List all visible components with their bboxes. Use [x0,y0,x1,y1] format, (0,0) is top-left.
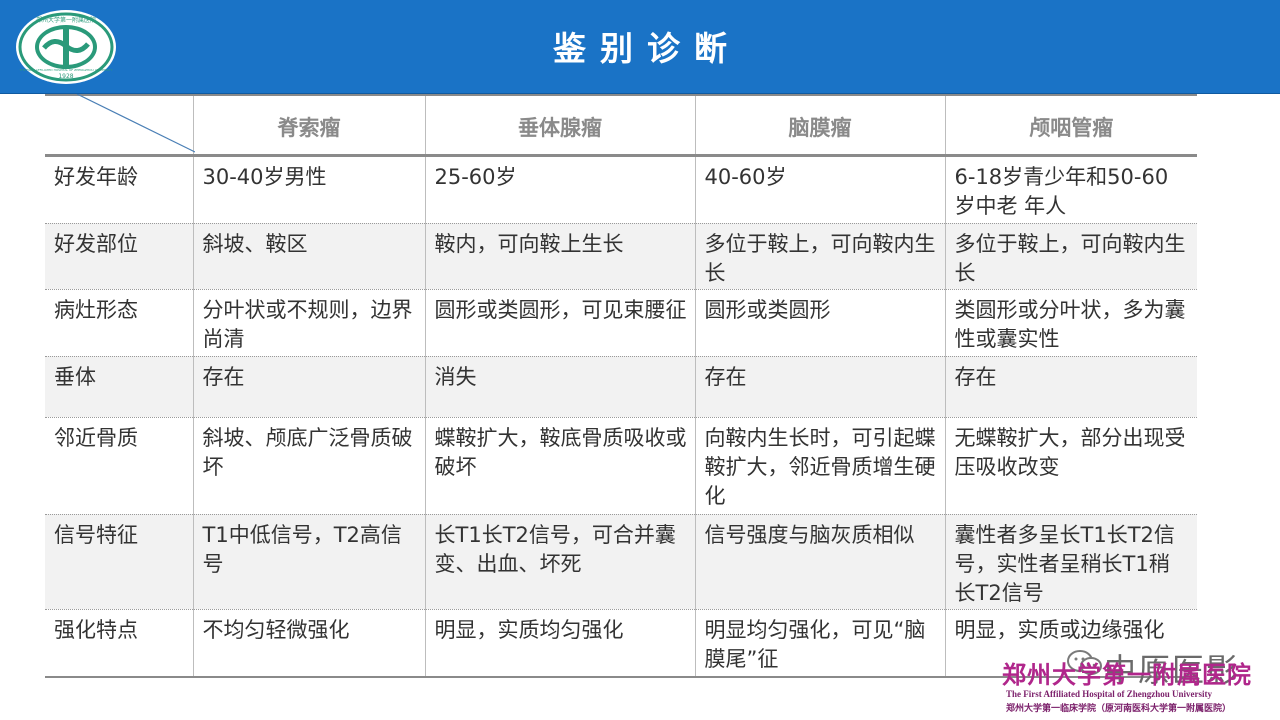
row-label: 信号特征 [45,514,194,610]
header-pituitary-adenoma: 垂体腺瘤 [424,95,696,157]
footer-logo-cn: 郑州大学第一附属医院 [1002,660,1252,689]
row-label: 垂体 [45,356,194,418]
table-cell: 多位于鞍上，可向鞍内生长 [694,223,946,290]
table-cell: 明显，实质均匀强化 [424,609,696,678]
differential-diagnosis-table: 脊索瘤 垂体腺瘤 脑膜瘤 颅咽管瘤 好发年龄 30-40岁男性 25-60岁 4… [45,94,1197,678]
table-row: 垂体 存在 消失 存在 存在 [45,356,1197,418]
row-label: 邻近骨质 [45,417,194,515]
table-cell: 圆形或类圆形 [694,289,946,357]
row-label: 病灶形态 [45,289,194,357]
footer-logo-sub: 郑州大学第一临床学院（原河南医科大学第一附属医院） [1006,704,1232,714]
table-cell: 长T1长T2信号，可合并囊变、出血、坏死 [424,514,696,610]
table-cell: 明显均匀强化，可见“脑膜尾”征 [694,609,946,678]
header-meningioma: 脑膜瘤 [694,95,946,157]
table-cell: 存在 [694,356,946,418]
row-label: 好发部位 [45,223,194,290]
slide-header: 1928 郑州大学第一附属医院 THE FIRST AFFILIATED HOS… [0,0,1280,94]
row-label: 强化特点 [45,609,194,678]
table-cell: 分叶状或不规则，边界尚清 [192,289,426,357]
table-cell: T1中低信号，T2高信号 [192,514,426,610]
table-cell: 40-60岁 [694,155,946,224]
header-craniopharyngioma: 颅咽管瘤 [944,95,1197,157]
table-cell: 鞍内，可向鞍上生长 [424,223,696,290]
table-cell: 不均匀轻微强化 [192,609,426,678]
table-cell: 信号强度与脑灰质相似 [694,514,946,610]
table-row: 病灶形态 分叶状或不规则，边界尚清 圆形或类圆形，可见束腰征 圆形或类圆形 类圆… [45,289,1197,357]
table-cell: 6-18岁青少年和50-60岁中老 年人 [944,155,1197,224]
footer-hospital-logo: 郑州大学第一附属医院 The First Affiliated Hospital… [1002,655,1272,717]
table-cell: 存在 [192,356,426,418]
table-cell: 30-40岁男性 [192,155,426,224]
table-cell: 斜坡、颅底广泛骨质破坏 [192,417,426,515]
table-cell: 斜坡、鞍区 [192,223,426,290]
table-cell: 多位于鞍上，可向鞍内生长 [944,223,1197,290]
table-row: 信号特征 T1中低信号，T2高信号 长T1长T2信号，可合并囊变、出血、坏死 信… [45,514,1197,610]
table-cell: 25-60岁 [424,155,696,224]
footer-logo-en: The First Affiliated Hospital of Zhengzh… [1006,689,1213,699]
logo-year: 1928 [58,73,73,80]
table-cell: 存在 [944,356,1197,418]
table-header-row: 脊索瘤 垂体腺瘤 脑膜瘤 颅咽管瘤 [45,95,1197,157]
slide-title: 鉴别诊断 [553,29,741,68]
table-cell: 向鞍内生长时，可引起蝶鞍扩大，邻近骨质增生硬化 [694,417,946,515]
table-cell: 无蝶鞍扩大，部分出现受压吸收改变 [944,417,1197,515]
header-corner-cell [45,95,194,157]
table-row: 好发部位 斜坡、鞍区 鞍内，可向鞍上生长 多位于鞍上，可向鞍内生长 多位于鞍上，… [45,223,1197,290]
table-cell: 圆形或类圆形，可见束腰征 [424,289,696,357]
table-cell: 消失 [424,356,696,418]
table-row: 好发年龄 30-40岁男性 25-60岁 40-60岁 6-18岁青少年和50-… [45,155,1197,224]
table-cell: 蝶鞍扩大，鞍底骨质吸收或破坏 [424,417,696,515]
table-row: 邻近骨质 斜坡、颅底广泛骨质破坏 蝶鞍扩大，鞍底骨质吸收或破坏 向鞍内生长时，可… [45,417,1197,515]
row-label: 好发年龄 [45,155,194,224]
header-chordoma: 脊索瘤 [192,95,426,157]
table-cell: 囊性者多呈长T1长T2信号，实性者呈稍长T1稍长T2信号 [944,514,1197,610]
table-cell: 类圆形或分叶状，多为囊性或囊实性 [944,289,1197,357]
